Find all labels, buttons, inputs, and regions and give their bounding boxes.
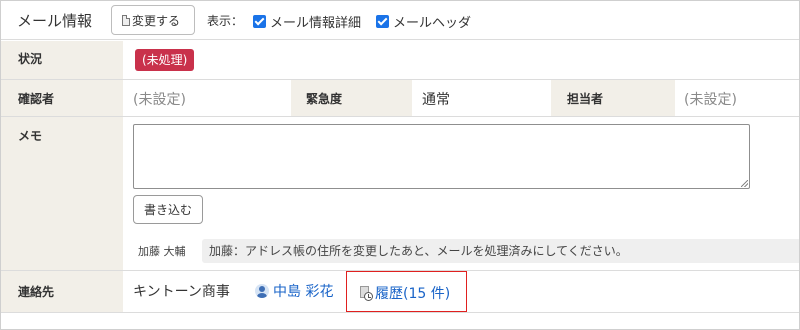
user-icon xyxy=(255,284,269,298)
change-button[interactable]: 変更する xyxy=(111,5,195,35)
confirmer-label-cell: 確認者 xyxy=(1,80,123,116)
panel-header: メール情報 変更する 表示： メール情報詳細 メールヘッダ xyxy=(1,1,799,40)
contact-row: 連絡先 キントーン商事 中島 彩花 履歴(15 件) xyxy=(1,271,799,313)
history-link-label: 履歴(15 件) xyxy=(375,286,451,302)
status-row: 状況 (未処理) xyxy=(1,41,799,80)
status-label: 状況 xyxy=(18,52,43,66)
checkbox-checked-icon[interactable] xyxy=(253,15,266,28)
resize-grip-icon[interactable] xyxy=(741,180,748,187)
assignee-value: (未設定) xyxy=(684,92,737,108)
comment-text: 加藤：アドレス帳の住所を変更したあと、メールを処理済みにしてください。 xyxy=(202,239,799,263)
contact-person-name: 中島 彩花 xyxy=(273,284,334,300)
company-name: キントーン商事 xyxy=(133,284,230,300)
display-label: 表示： xyxy=(207,14,244,28)
history-highlight: 履歴(15 件) xyxy=(346,271,467,312)
urgency-label: 緊急度 xyxy=(306,92,343,106)
checkbox-checked-icon[interactable] xyxy=(376,15,389,28)
mail-header-checkbox-label: メールヘッダ xyxy=(393,16,472,31)
mail-detail-checkbox[interactable]: メール情報詳細 xyxy=(253,12,361,31)
contact-person-link[interactable]: 中島 彩花 xyxy=(255,281,333,301)
contact-label-cell: 連絡先 xyxy=(1,271,123,312)
confirmer-label: 確認者 xyxy=(18,92,55,106)
assignee-label: 担当者 xyxy=(567,92,604,106)
status-badge: (未処理) xyxy=(135,49,195,71)
memo-label: メモ xyxy=(18,129,43,143)
change-button-label: 変更する xyxy=(132,13,181,28)
confirmer-row: 確認者 (未設定) 緊急度 通常 担当者 (未設定) xyxy=(1,80,799,117)
document-icon xyxy=(122,14,130,26)
mail-info-panel: メール情報 変更する 表示： メール情報詳細 メールヘッダ 状況 (未処理) 確… xyxy=(0,0,800,330)
assignee-label-cell: 担当者 xyxy=(551,80,675,116)
memo-label-cell: メモ xyxy=(1,117,123,270)
contact-label: 連絡先 xyxy=(18,285,55,299)
write-button[interactable]: 書き込む xyxy=(133,195,203,224)
panel-title: メール情報 xyxy=(17,12,93,30)
mail-detail-checkbox-label: メール情報詳細 xyxy=(270,16,362,31)
memo-textarea[interactable] xyxy=(133,124,750,189)
mail-header-checkbox[interactable]: メールヘッダ xyxy=(376,12,471,31)
urgency-label-cell: 緊急度 xyxy=(291,80,412,116)
history-link[interactable]: 履歴(15 件) xyxy=(358,283,450,303)
memo-row: メモ 書き込む 加藤 大輔 加藤：アドレス帳の住所を変更したあと、メールを処理済… xyxy=(1,117,799,271)
history-icon xyxy=(358,285,374,301)
comment-author: 加藤 大輔 xyxy=(138,245,186,258)
urgency-value: 通常 xyxy=(422,92,450,108)
confirmer-value: (未設定) xyxy=(133,92,186,108)
status-label-cell: 状況 xyxy=(1,41,123,79)
